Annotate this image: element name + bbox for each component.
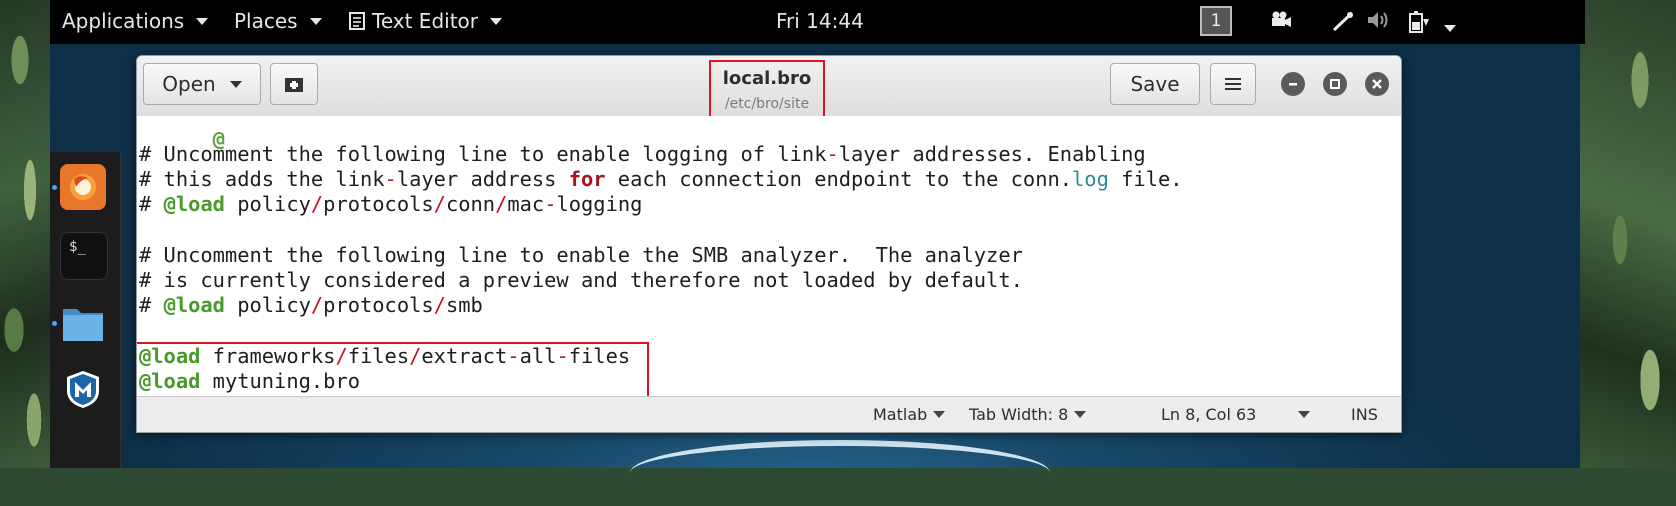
code-token: layer addresses. Enabling [838, 142, 1146, 166]
code-token: @load [163, 192, 225, 217]
metasploit-icon[interactable] [60, 366, 106, 412]
window-title: local.bro [722, 68, 812, 89]
wallpaper-left [0, 0, 50, 468]
text-editor-area[interactable]: @ # Uncomment the following line to enab… [137, 116, 1401, 398]
code-token: layer address [396, 167, 569, 192]
code-token: # [139, 293, 164, 318]
window-subtitle: /etc/bro/site [724, 96, 810, 112]
tab-width-label: Tab Width: 8 [969, 405, 1069, 424]
open-button[interactable]: Open [143, 63, 261, 105]
text-editor-label: Text Editor [372, 9, 478, 33]
video-camera-icon[interactable] [1270, 10, 1292, 33]
code-token: file. [1108, 167, 1183, 192]
code-token: logging [556, 192, 643, 217]
code-token: - [384, 167, 397, 192]
code-token: / [310, 293, 324, 318]
top-panel: Applications Places Text Editor Fri 14:4… [50, 0, 1585, 44]
minimize-button[interactable] [1281, 72, 1305, 96]
places-menu[interactable]: Places [234, 9, 322, 33]
applications-menu[interactable]: Applications [62, 9, 209, 33]
code-token: @load [163, 293, 225, 318]
terminal-icon[interactable]: $_ [60, 232, 108, 280]
running-indicator [52, 185, 57, 190]
save-button-label: Save [1130, 72, 1180, 96]
highlight-title-box: local.bro /etc/bro/site [709, 60, 825, 120]
code-token: mac [507, 192, 545, 217]
chevron-down-icon [309, 17, 322, 25]
new-document-button[interactable] [270, 63, 318, 105]
status-bar: Matlab Tab Width: 8 Ln 8, Col 63 INS [137, 396, 1401, 432]
places-label: Places [234, 9, 298, 33]
code-token: each connection endpoint to the conn. [605, 167, 1073, 192]
code-token: - [826, 142, 839, 166]
close-button[interactable] [1365, 72, 1389, 96]
code-token: / [310, 192, 324, 217]
code-line: # Uncomment the following line to enable… [139, 243, 1023, 268]
highlight-load-box [137, 342, 649, 398]
code-line: # @load policy/protocols/smb [139, 293, 483, 318]
chevron-down-icon [196, 17, 209, 25]
code-token: # Uncomment the following line to enable… [139, 242, 1023, 267]
chevron-down-icon [1074, 411, 1087, 418]
text-editor-icon [349, 12, 365, 30]
wallpaper-right [1580, 0, 1676, 468]
code-token: # is currently considered a preview and … [139, 268, 1023, 292]
code-token: # [139, 192, 164, 217]
insert-mode-indicator[interactable]: INS [1351, 405, 1378, 424]
chevron-down-icon [490, 17, 502, 25]
dock: $_ [50, 152, 121, 468]
header-bar: Open local.bro /etc/bro/site Save [137, 56, 1401, 120]
maximize-button[interactable] [1323, 72, 1347, 96]
battery-icon[interactable] [1406, 10, 1430, 39]
code-line: # this adds the link-layer address for e… [139, 167, 1183, 192]
maximize-icon [1330, 79, 1340, 89]
partial-top-line: @ [212, 127, 225, 151]
code-line: # @load policy/protocols/conn/mac-loggin… [139, 192, 642, 217]
chevron-down-icon [1298, 411, 1311, 418]
kali-logo-swoosh [630, 440, 1050, 506]
hamburger-menu-button[interactable] [1210, 63, 1256, 105]
code-token: for [568, 167, 606, 192]
firefox-icon[interactable] [60, 164, 106, 210]
applications-label: Applications [62, 9, 185, 33]
code-token: protocols [323, 192, 434, 217]
code-token: / [433, 293, 446, 318]
minimize-icon [1289, 83, 1297, 86]
code-token: - [544, 192, 557, 217]
new-document-icon [285, 78, 303, 92]
volume-icon[interactable] [1366, 10, 1390, 35]
close-icon [1372, 79, 1382, 89]
chevron-down-icon [933, 411, 946, 418]
cursor-position-label: Ln 8, Col 63 [1161, 405, 1257, 424]
code-token: # Uncomment the following line to enable… [139, 142, 827, 166]
cursor-position-selector[interactable]: Ln 8, Col 63 [1161, 405, 1311, 424]
code-token: policy [224, 293, 311, 318]
code-token: / [433, 192, 446, 217]
language-selector[interactable]: Matlab [873, 405, 946, 424]
code-token: # this adds the link [139, 167, 385, 192]
files-icon[interactable] [60, 300, 106, 346]
code-token: conn [445, 192, 496, 217]
running-indicator [52, 321, 57, 326]
code-token: log [1072, 167, 1109, 192]
language-label: Matlab [873, 405, 928, 424]
chevron-down-icon [229, 80, 242, 88]
code-token: policy [224, 192, 311, 217]
workspace-indicator[interactable]: 1 [1200, 6, 1232, 36]
system-menu-chevron-icon[interactable] [1444, 16, 1456, 37]
code-token: / [495, 192, 508, 217]
hamburger-icon [1225, 78, 1241, 90]
code-line: # is currently considered a preview and … [139, 268, 1023, 293]
code-line: # Uncomment the following line to enable… [139, 142, 1146, 167]
code-token: protocols [323, 293, 434, 318]
save-button[interactable]: Save [1110, 63, 1200, 105]
network-icon[interactable] [1332, 10, 1356, 37]
tab-width-selector[interactable]: Tab Width: 8 [969, 405, 1087, 424]
open-button-label: Open [162, 72, 216, 96]
code-token: smb [445, 293, 483, 318]
clock[interactable]: Fri 14:44 [776, 9, 864, 33]
text-editor-menu[interactable]: Text Editor [348, 9, 502, 33]
text-editor-window: Open local.bro /etc/bro/site Save @ # Un… [136, 55, 1402, 433]
